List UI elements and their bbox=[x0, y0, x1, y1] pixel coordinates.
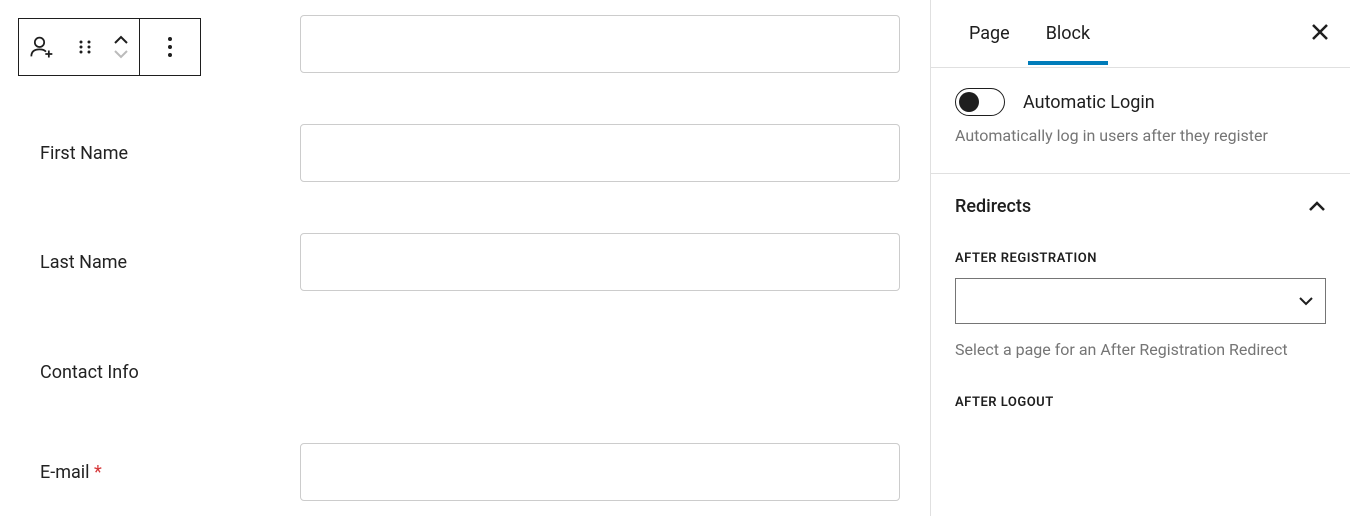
redirects-panel-body: AFTER REGISTRATION Select a page for an … bbox=[931, 239, 1350, 446]
form-row-email: E-mail * bbox=[40, 443, 910, 501]
editor-canvas[interactable]: Username * First Name Last Name Contact … bbox=[0, 0, 920, 516]
input-firstname[interactable] bbox=[300, 124, 900, 182]
redirects-title: Redirects bbox=[955, 196, 1031, 217]
move-up-button[interactable] bbox=[103, 35, 139, 45]
drag-handle[interactable] bbox=[67, 19, 103, 75]
input-username[interactable] bbox=[300, 15, 900, 73]
required-marker: * bbox=[94, 462, 102, 483]
after-registration-desc: Select a page for an After Registration … bbox=[955, 340, 1326, 359]
move-down-button[interactable] bbox=[103, 49, 139, 59]
auto-login-toggle[interactable] bbox=[955, 88, 1005, 116]
auto-login-desc: Automatically log in users after they re… bbox=[955, 126, 1326, 145]
after-logout-heading: AFTER LOGOUT bbox=[955, 395, 1326, 410]
chevron-up-icon bbox=[1308, 201, 1326, 212]
close-icon bbox=[1310, 22, 1330, 42]
input-email[interactable] bbox=[300, 443, 900, 501]
more-icon bbox=[167, 36, 173, 58]
input-lastname[interactable] bbox=[300, 233, 900, 291]
after-registration-heading: AFTER REGISTRATION bbox=[955, 251, 1326, 266]
tab-block[interactable]: Block bbox=[1028, 3, 1108, 64]
chevron-up-icon bbox=[113, 35, 129, 45]
toggle-knob bbox=[959, 92, 979, 112]
sidebar-tabs: Page Block bbox=[931, 0, 1350, 68]
form-block: Username * First Name Last Name Contact … bbox=[0, 0, 920, 516]
redirects-panel-header[interactable]: Redirects bbox=[931, 174, 1350, 239]
chevron-down-icon bbox=[113, 49, 129, 59]
auto-login-section: Automatic Login Automatically log in use… bbox=[931, 68, 1350, 174]
user-plus-icon bbox=[29, 33, 57, 61]
drag-icon bbox=[76, 38, 94, 56]
block-toolbar bbox=[18, 18, 201, 76]
block-type-button[interactable] bbox=[19, 19, 67, 75]
label-email: E-mail * bbox=[40, 462, 300, 483]
after-registration-select[interactable] bbox=[955, 278, 1326, 324]
section-contact-info: Contact Info bbox=[40, 342, 910, 443]
close-sidebar-button[interactable] bbox=[1310, 22, 1330, 46]
form-row-firstname: First Name bbox=[40, 124, 910, 182]
sidebar-body[interactable]: Automatic Login Automatically log in use… bbox=[931, 68, 1350, 516]
label-firstname: First Name bbox=[40, 143, 300, 164]
settings-sidebar: Page Block Automatic Login Automatically… bbox=[930, 0, 1350, 516]
form-row-lastname: Last Name bbox=[40, 233, 910, 291]
label-lastname: Last Name bbox=[40, 252, 300, 273]
more-options-button[interactable] bbox=[140, 19, 200, 75]
auto-login-label: Automatic Login bbox=[1023, 92, 1155, 113]
tab-page[interactable]: Page bbox=[951, 3, 1028, 64]
